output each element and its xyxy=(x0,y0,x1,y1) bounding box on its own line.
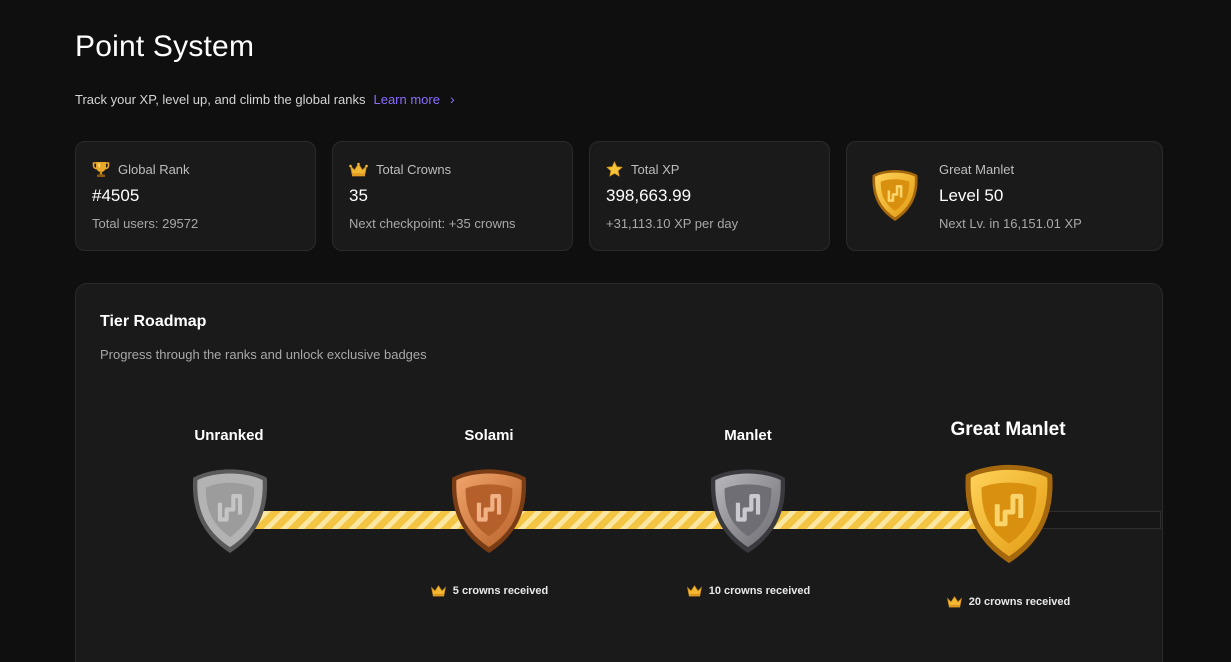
crowns-received: 20 crowns received xyxy=(908,595,1108,608)
level-card: Great Manlet Level 50 Next Lv. in 16,151… xyxy=(846,141,1163,251)
next-level-text: Next Lv. in 16,151.01 XP xyxy=(939,216,1082,231)
tier-roadmap: Tier Roadmap Progress through the ranks … xyxy=(75,283,1163,662)
crown-icon xyxy=(946,596,962,608)
bronze-shield-icon xyxy=(451,469,527,553)
progress-fill xyxy=(229,511,993,529)
tier-name-label: Great Manlet xyxy=(939,161,1015,177)
tier-name: Unranked xyxy=(194,427,264,444)
trophy-icon xyxy=(92,162,110,177)
learn-more-link[interactable]: Learn more › xyxy=(373,91,454,107)
total-crowns-label: Total Crowns xyxy=(376,161,452,177)
gold-shield-icon xyxy=(872,170,918,221)
chevron-right-icon: › xyxy=(449,91,455,107)
xp-per-day-text: +31,113.10 XP per day xyxy=(606,216,739,231)
tier-name: Great Manlet xyxy=(950,419,1066,440)
global-rank-value: #4505 xyxy=(92,186,140,205)
star-icon xyxy=(606,160,623,177)
silver-shield-icon xyxy=(710,469,786,553)
total-users-text: Total users: 29572 xyxy=(92,216,199,231)
tier-name: Solami xyxy=(464,427,514,444)
global-rank-label: Global Rank xyxy=(118,161,190,177)
crowns-received: 10 crowns received xyxy=(648,584,848,597)
crowns-received-text: 10 crowns received xyxy=(708,584,811,597)
roadmap-subtitle: Progress through the ranks and unlock ex… xyxy=(100,347,427,362)
total-crowns-card: Total Crowns 35 Next checkpoint: +35 cro… xyxy=(332,141,573,251)
total-crowns-value: 35 xyxy=(349,186,368,205)
page-title: Point System xyxy=(75,30,255,63)
crown-icon xyxy=(686,585,702,597)
crowns-received-text: 20 crowns received xyxy=(968,595,1071,608)
point-system-page: Point System Track your XP, level up, an… xyxy=(0,0,1231,662)
crown-icon xyxy=(430,585,446,597)
tier-name: Manlet xyxy=(724,427,772,444)
crown-icon xyxy=(349,162,368,176)
crowns-received: 5 crowns received xyxy=(389,584,589,597)
next-checkpoint-text: Next checkpoint: +35 crowns xyxy=(349,216,516,231)
stats-cards: Global Rank #4505 Total users: 29572 Tot… xyxy=(75,141,1163,251)
total-xp-label: Total XP xyxy=(631,161,680,177)
learn-more-label: Learn more xyxy=(373,91,440,107)
gray-shield-icon xyxy=(192,469,268,553)
subtitle-text: Track your XP, level up, and climb the g… xyxy=(75,91,366,107)
roadmap-title: Tier Roadmap xyxy=(100,313,207,330)
total-xp-card: Total XP 398,663.99 +31,113.10 XP per da… xyxy=(589,141,830,251)
global-rank-card: Global Rank #4505 Total users: 29572 xyxy=(75,141,316,251)
crowns-received-text: 5 crowns received xyxy=(452,584,549,597)
total-xp-value: 398,663.99 xyxy=(606,186,692,205)
page-subtitle: Track your XP, level up, and climb the g… xyxy=(75,91,455,107)
gold-shield-icon xyxy=(965,464,1053,564)
level-value: Level 50 xyxy=(939,186,1004,205)
